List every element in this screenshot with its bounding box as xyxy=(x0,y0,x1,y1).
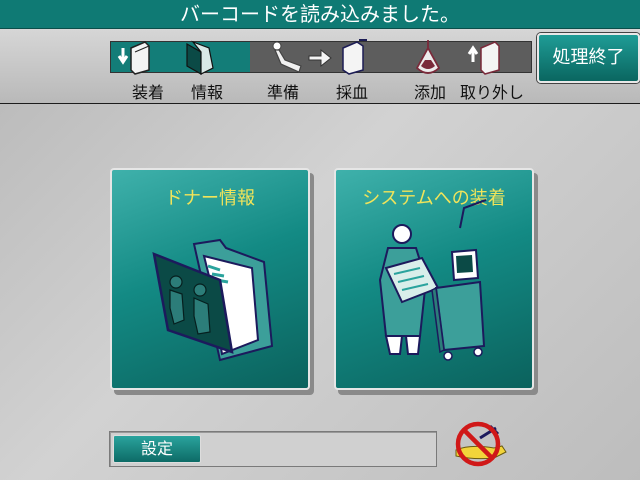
finish-process-button[interactable]: 処理終了 xyxy=(537,33,640,83)
no-needle-icon xyxy=(455,421,507,467)
donor-folder-icon xyxy=(152,238,274,362)
settings-button[interactable]: 設定 xyxy=(113,435,201,463)
step-label-add: 添加 xyxy=(414,83,447,102)
settings-bar: 設定 xyxy=(109,431,437,467)
donor-info-button[interactable]: ドナー情報 xyxy=(110,168,310,390)
step-label-attach: 装着 xyxy=(132,83,165,102)
status-message: バーコードを読み込みました。 xyxy=(0,0,640,28)
attach-step-icon xyxy=(117,41,150,75)
operator-machine-icon xyxy=(378,199,487,361)
add-step-icon xyxy=(415,40,441,74)
toolbar: 装着 情報 準備 採血 添加 取り外し 処理終了 xyxy=(0,28,640,105)
info-folder-step-icon xyxy=(186,40,214,76)
step-label-info: 情報 xyxy=(191,83,224,102)
step-label-remove: 取り外し xyxy=(460,83,525,102)
progress-track xyxy=(110,39,532,76)
main-panel xyxy=(0,104,640,480)
collect-step-icon xyxy=(342,39,367,75)
remove-step-icon xyxy=(467,41,500,75)
step-label-collect: 採血 xyxy=(336,83,369,102)
prepare-step-icon xyxy=(272,41,302,73)
system-attach-button[interactable]: システムへの装着 xyxy=(334,168,534,390)
arrow-right-icon xyxy=(308,48,332,68)
step-label-prepare: 準備 xyxy=(267,83,300,102)
